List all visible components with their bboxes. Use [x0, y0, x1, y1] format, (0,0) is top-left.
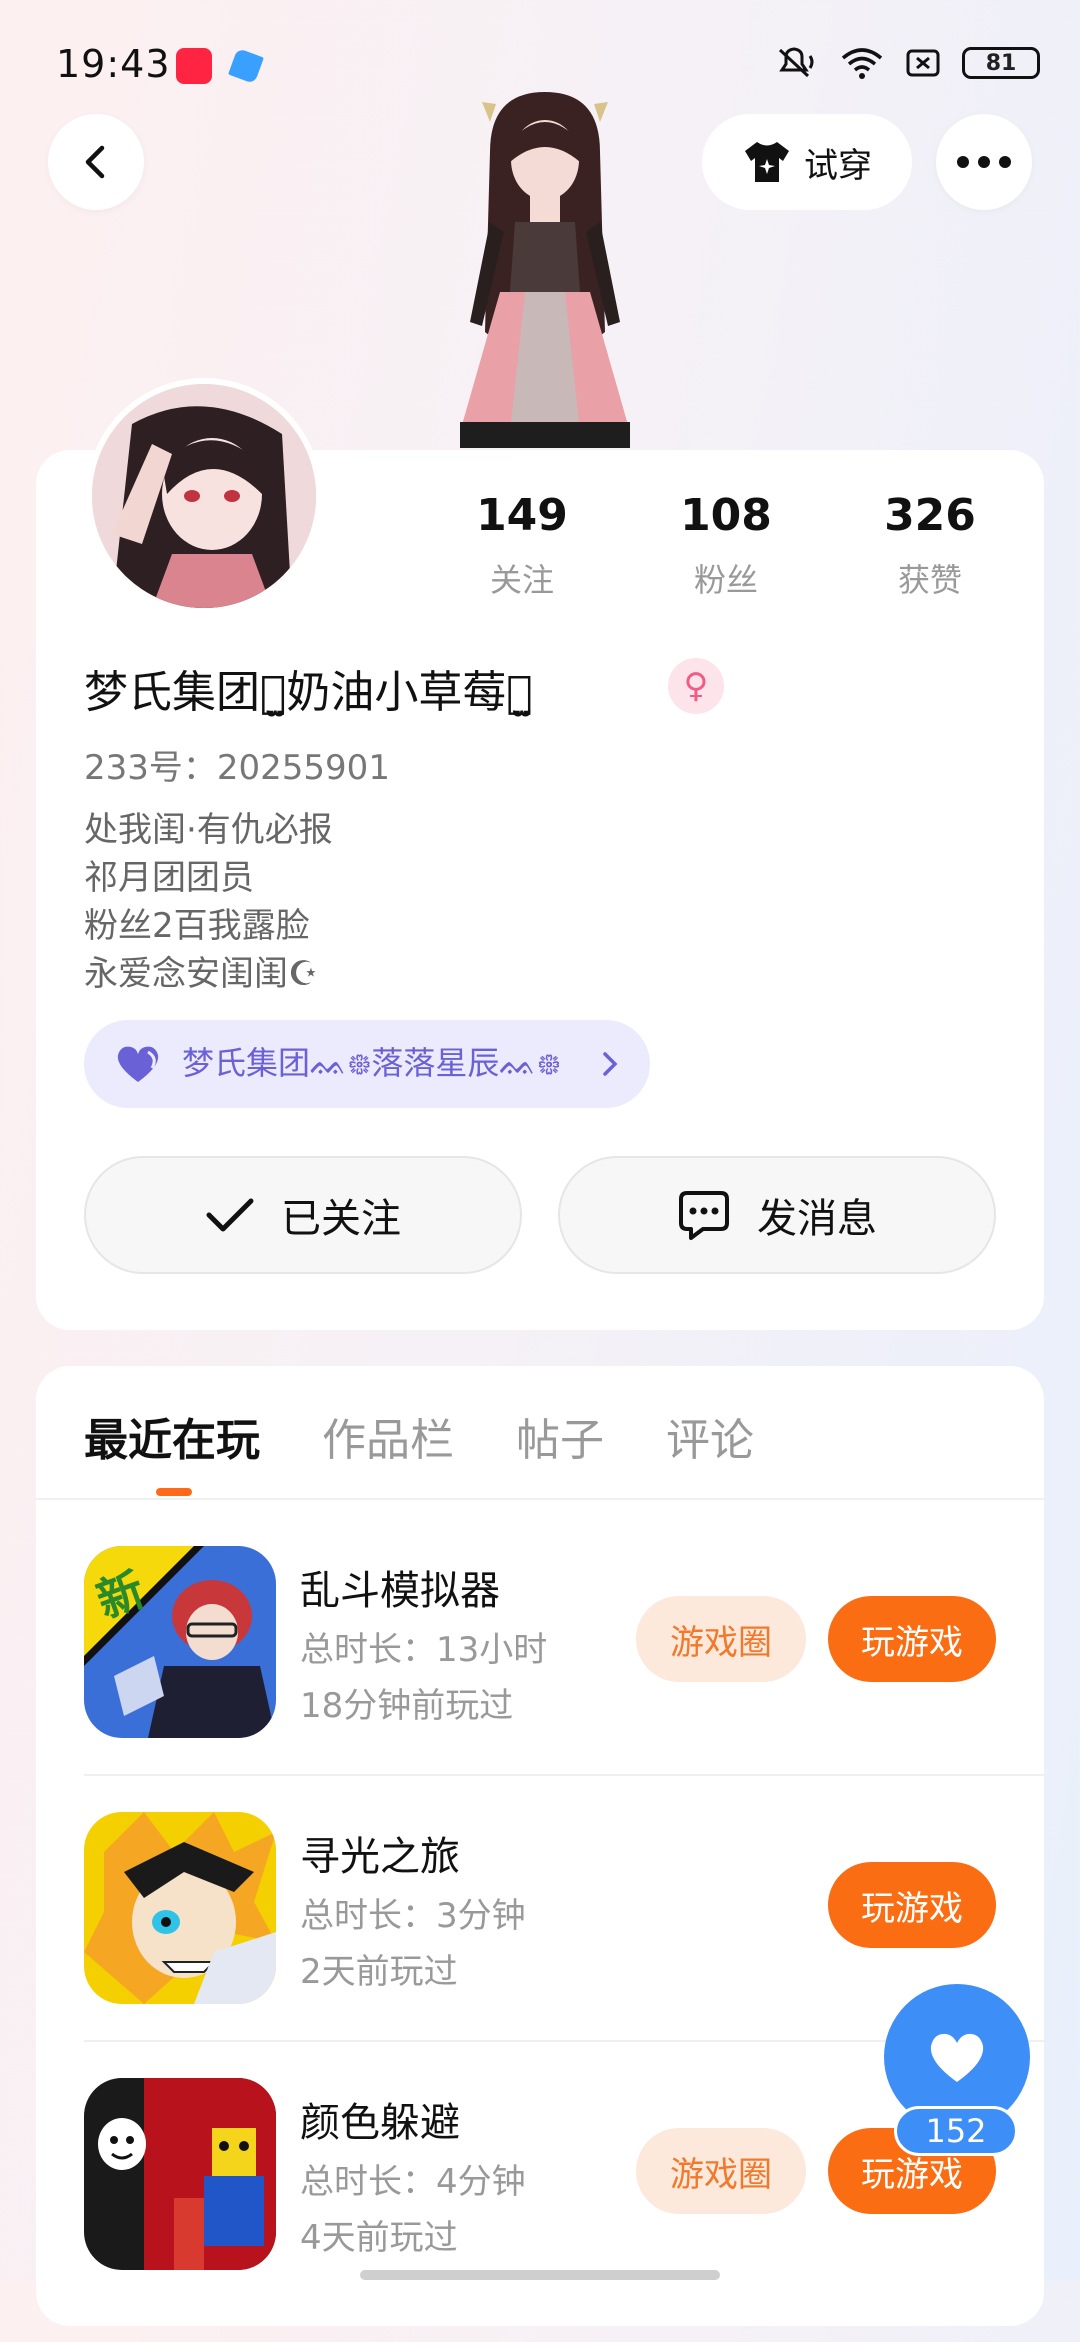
game-duration: 总时长：3分钟 [300, 1896, 526, 1936]
game-icon-yanse[interactable] [84, 2078, 276, 2270]
message-label: 发消息 [757, 1196, 877, 1242]
try-on-label: 试穿 [804, 145, 872, 186]
game-duration: 总时长：4分钟 [300, 2162, 526, 2202]
game-circle-button[interactable]: 游戏圈 [636, 1596, 806, 1682]
profile-tabs: 最近在玩 作品栏 帖子 评论 [84, 1404, 754, 1468]
play-game-button[interactable]: 玩游戏 [828, 1862, 996, 1948]
app-icon [228, 48, 264, 84]
game-duration: 总时长：13小时 [300, 1630, 548, 1670]
bio-line: 处我闺·有仇必报 [84, 810, 333, 850]
stat-likes[interactable]: 326 获赞 [860, 490, 1000, 601]
stat-followers-label: 粉丝 [693, 561, 758, 599]
game-last-played: 4天前玩过 [300, 2218, 458, 2258]
group-name: 梦氏集团ᨐ᪥落落星辰ᨐ᪥ [182, 1043, 561, 1082]
status-icons: 81 [774, 46, 1040, 80]
female-gender-icon: ♀ [668, 658, 724, 714]
bio-line: 粉丝2百我露脸 [84, 906, 310, 946]
game-name: 乱斗模拟器 [300, 1568, 500, 1614]
home-indicator[interactable] [360, 2270, 720, 2280]
game-row[interactable]: 新 乱斗模拟器 总时长：13小时 18分钟前玩过 游戏圈 玩游戏 [36, 1546, 1044, 1810]
try-on-button[interactable]: 试穿 [702, 114, 912, 210]
tab-recent-play[interactable]: 最近在玩 [84, 1404, 260, 1468]
game-name: 颜色躲避 [300, 2100, 460, 2146]
chevron-right-icon [603, 1052, 618, 1076]
check-icon [206, 1198, 254, 1232]
chevron-left-icon [85, 145, 105, 179]
avatar-3d-figure [430, 92, 660, 452]
bio-line: 永爱念安闺闺☪ [84, 954, 319, 994]
divider [36, 1498, 1044, 1500]
xiaohongshu-app-icon [176, 48, 212, 84]
game-circle-button[interactable]: 游戏圈 [636, 2128, 806, 2214]
bio-line: 祁月团团员 [84, 858, 254, 898]
heart-group-icon [117, 1046, 159, 1082]
game-last-played: 18分钟前玩过 [300, 1686, 514, 1726]
back-button[interactable] [48, 114, 144, 210]
user-id[interactable]: 233号：20255901 [84, 740, 390, 789]
play-game-button[interactable]: 玩游戏 [828, 1596, 996, 1682]
message-button[interactable]: 发消息 [558, 1156, 996, 1274]
stat-following-label: 关注 [489, 561, 554, 599]
stat-likes-value: 326 [884, 490, 976, 541]
mute-icon [778, 47, 814, 78]
nickname: 梦氏集团ꪔ̤̫奶油小草莓ꪔ̤̫ [84, 667, 533, 718]
game-row[interactable]: 颜色躲避 总时长：4分钟 4天前玩过 游戏圈 玩游戏 [36, 2078, 1044, 2342]
tab-comments[interactable]: 评论 [666, 1404, 754, 1468]
tab-posts[interactable]: 帖子 [516, 1404, 604, 1468]
like-count: 152 [894, 2106, 1018, 2156]
tab-works[interactable]: 作品栏 [322, 1404, 454, 1468]
sim-icon [906, 49, 940, 77]
avatar[interactable] [86, 378, 322, 614]
following-button[interactable]: 已关注 [84, 1156, 522, 1274]
wifi-icon [841, 48, 883, 79]
game-name: 寻光之旅 [300, 1834, 460, 1880]
divider [84, 1774, 1044, 1776]
tshirt-icon [745, 142, 789, 182]
game-icon-luandou[interactable]: 新 [84, 1546, 276, 1738]
group-link[interactable]: 梦氏集团ᨐ᪥落落星辰ᨐ᪥ [84, 1020, 650, 1108]
more-dots-icon [957, 156, 1011, 168]
stat-followers-value: 108 [680, 490, 772, 541]
bio: 处我闺·有仇必报 祁月团团员 粉丝2百我露脸 永爱念安闺闺☪ [84, 806, 333, 998]
status-time: 19:43 [56, 42, 171, 86]
game-last-played: 2天前玩过 [300, 1952, 458, 1992]
more-button[interactable] [936, 114, 1032, 210]
heart-icon [930, 2033, 984, 2082]
battery-icon: 81 [962, 47, 1040, 79]
active-tab-indicator [156, 1488, 192, 1496]
stat-likes-label: 获赞 [897, 561, 962, 599]
following-label: 已关注 [281, 1196, 401, 1242]
game-icon-xunguang[interactable] [84, 1812, 276, 2004]
stat-following-value: 149 [476, 490, 568, 541]
chat-bubble-icon [679, 1191, 729, 1240]
stat-followers[interactable]: 108 粉丝 [656, 490, 796, 601]
stat-following[interactable]: 149 关注 [452, 490, 592, 601]
